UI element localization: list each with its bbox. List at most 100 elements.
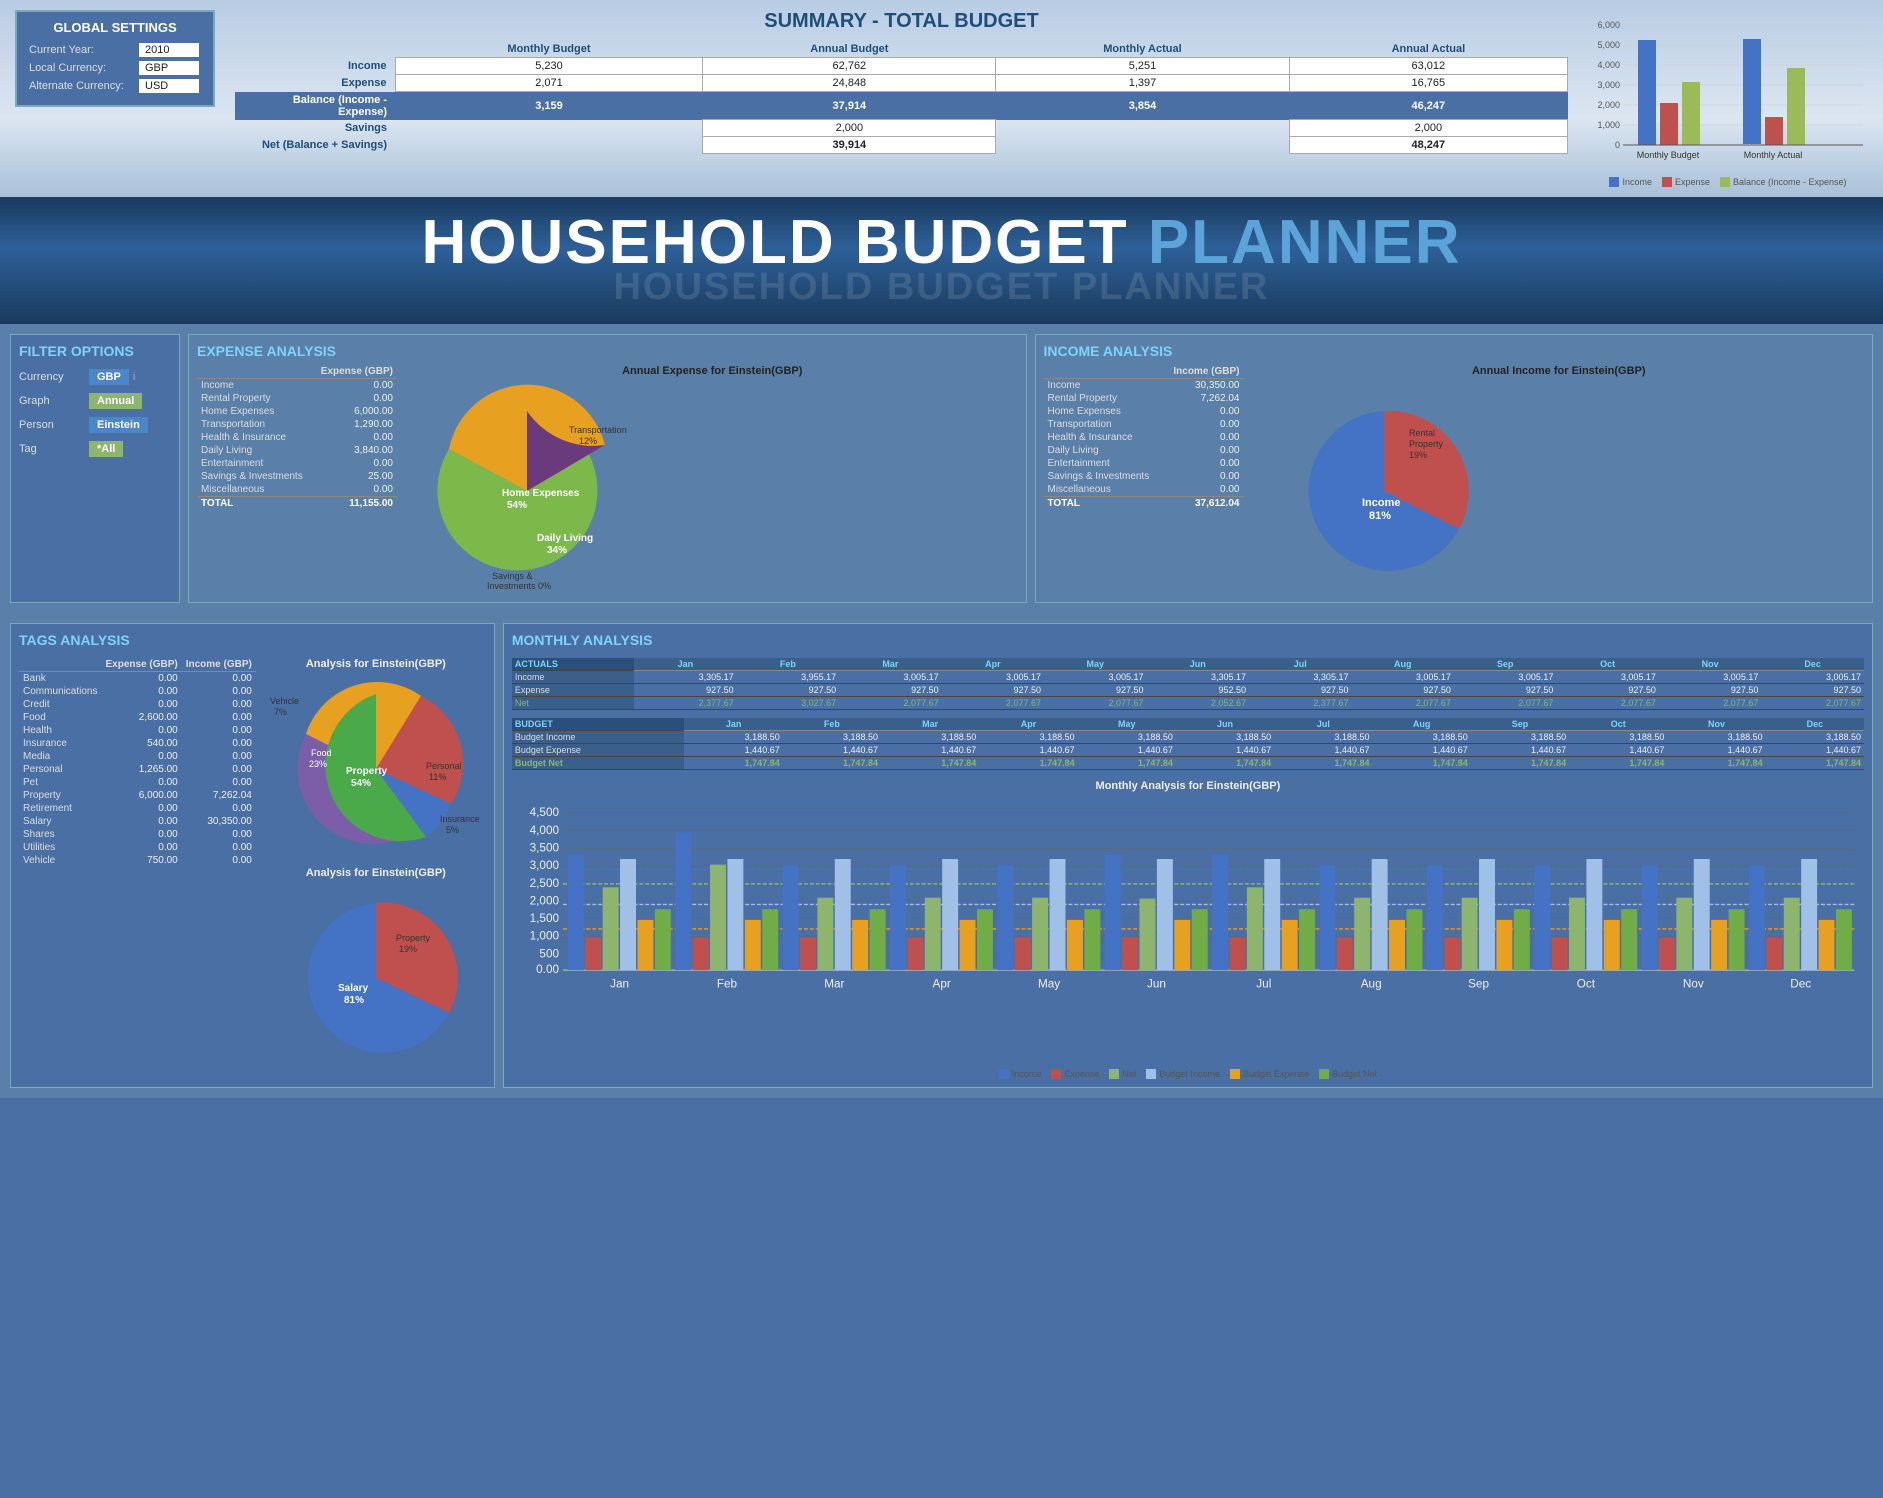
- legend-m-budget-net: Budget Net: [1319, 1069, 1377, 1079]
- pie-label-savings: Savings &: [492, 571, 533, 581]
- tag-row-income: 30,350.00: [182, 815, 256, 828]
- monthly-bar: [1174, 920, 1190, 970]
- income-table-row: Entertainment 0.00: [1044, 457, 1244, 470]
- budget-cell: 1,440.67: [979, 744, 1077, 757]
- budget-cell: 1,747.84: [979, 757, 1077, 770]
- monthly-bar: [835, 859, 851, 970]
- monthly-bar: [1836, 909, 1852, 970]
- tag-row-income: 0.00: [182, 724, 256, 737]
- pie-label-insurance-pct: 5%: [446, 825, 459, 835]
- income-table-row: Income 30,350.00: [1044, 379, 1244, 393]
- person-filter-value[interactable]: Einstein: [89, 417, 148, 433]
- monthly-bar: [1389, 920, 1405, 970]
- tag-row-expense: 2,600.00: [101, 711, 181, 724]
- tags-pie-section: Analysis for Einstein(GBP) Property: [266, 658, 486, 1076]
- tags-analysis-title: TAGS ANALYSIS: [19, 632, 486, 648]
- pie-label-personal-pct: 11%: [429, 772, 446, 782]
- filter-options-title: FILTER OPTIONS: [19, 343, 171, 359]
- monthly-chart-x-label: Dec: [1790, 978, 1811, 991]
- tags-table-row: Retirement 0.00 0.00: [19, 802, 256, 815]
- budget-cell: 3,188.50: [1569, 731, 1667, 744]
- alt-currency-label: Alternate Currency:: [29, 80, 139, 92]
- budget-cell: 1,440.67: [684, 744, 782, 757]
- tags-table-row: Shares 0.00 0.00: [19, 828, 256, 841]
- tag-row-income: 0.00: [182, 776, 256, 789]
- monthly-bar: [1299, 909, 1315, 970]
- alt-currency-value[interactable]: USD: [139, 79, 199, 93]
- monthly-bar: [1157, 859, 1173, 970]
- monthly-bar: [869, 909, 885, 970]
- local-currency-value[interactable]: GBP: [139, 61, 199, 75]
- tags-table-row: Media 0.00 0.00: [19, 750, 256, 763]
- monthly-bar: [745, 920, 761, 970]
- monthly-bar: [1766, 938, 1782, 970]
- col-annual-actual: Annual Actual: [1289, 41, 1567, 58]
- pie-label-home-pct: 54%: [507, 500, 527, 511]
- income-table-row: Transportation 0.00: [1044, 418, 1244, 431]
- monthly-chart-x-label: Jun: [1147, 978, 1166, 991]
- actuals-cell: 3,005.17: [1556, 671, 1658, 684]
- col-jul-b: Jul: [1274, 718, 1372, 731]
- monthly-bar: [1659, 938, 1675, 970]
- monthly-bar: [1711, 920, 1727, 970]
- expense-table-row: Entertainment 0.00: [197, 457, 397, 470]
- actuals-cell: 927.50: [1351, 684, 1453, 697]
- budget-cell: 3,188.50: [684, 731, 782, 744]
- income-table: ​Income (GBP) Income 30,350.00Rental Pro…: [1044, 365, 1244, 510]
- currency-filter-label: Currency: [19, 371, 89, 383]
- income-row-label: Daily Living: [1044, 444, 1163, 457]
- actuals-row-label: Income: [512, 671, 634, 684]
- bar-actual-expense: [1765, 117, 1783, 145]
- legend-m-budget-net-label: Budget Net: [1332, 1069, 1377, 1079]
- monthly-chart-x-label: Jul: [1256, 978, 1271, 991]
- pie-label-personal-tag: Personal: [426, 761, 462, 771]
- currency-filter-value[interactable]: GBP: [89, 369, 129, 385]
- tag-row-expense: 0.00: [101, 802, 181, 815]
- monthly-bar: [1229, 938, 1245, 970]
- tag-row-expense: 0.00: [101, 724, 181, 737]
- top-section: GLOBAL SETTINGS Current Year: 2010 Local…: [0, 0, 1883, 197]
- income-analysis-title: INCOME ANALYSIS: [1044, 343, 1865, 359]
- summary-bar-chart-area: 6,000 5,000 4,000 3,000 2,000 1,000 0: [1588, 10, 1868, 187]
- income-row-value: 0.00: [1163, 470, 1244, 483]
- global-settings-title: GLOBAL SETTINGS: [29, 20, 201, 35]
- tag-row-label: Personal: [19, 763, 101, 776]
- tag-filter-value[interactable]: *All: [89, 441, 123, 457]
- legend-m-expense: Expense: [1051, 1069, 1099, 1079]
- current-year-value[interactable]: 2010: [139, 43, 199, 57]
- svg-text:2,000: 2,000: [529, 894, 559, 907]
- x-label-monthly-actual: Monthly Actual: [1744, 150, 1803, 160]
- tags-table-row: Communications 0.00 0.00: [19, 685, 256, 698]
- local-currency-label: Local Currency:: [29, 62, 139, 74]
- balance-monthly-actual: 3,854: [996, 92, 1289, 120]
- pie-label-salary-tag: Salary: [338, 983, 368, 994]
- tag-row-label: Media: [19, 750, 101, 763]
- expense-monthly-actual: 1,397: [996, 75, 1289, 92]
- monthly-bar: [603, 887, 619, 970]
- svg-text:2,000: 2,000: [1597, 100, 1620, 110]
- col-mar-b: Mar: [881, 718, 979, 731]
- balance-annual-budget: 37,914: [703, 92, 996, 120]
- summary-table: Monthly Budget Annual Budget Monthly Act…: [235, 41, 1568, 154]
- actuals-cell: 952.50: [1147, 684, 1249, 697]
- expense-table-row: Savings & Investments 25.00: [197, 470, 397, 483]
- tag-row-label: Shares: [19, 828, 101, 841]
- expense-row-label: Entertainment: [197, 457, 313, 470]
- expense-row-label: Transportation: [197, 418, 313, 431]
- monthly-bar: [1212, 855, 1228, 970]
- income-row-value: 0.00: [1163, 405, 1244, 418]
- graph-filter-value[interactable]: Annual: [89, 393, 142, 409]
- monthly-bar: [1427, 865, 1443, 970]
- income-row-label: TOTAL: [1044, 497, 1163, 511]
- budget-cell: 3,188.50: [1667, 731, 1765, 744]
- monthly-bar: [1264, 859, 1280, 970]
- tags-content: Expense (GBP)Income (GBP) Bank 0.00 0.00…: [19, 658, 486, 1076]
- monthly-bar: [1534, 865, 1550, 970]
- tag-row-income: 0.00: [182, 750, 256, 763]
- actuals-table-row: Net2,377.673,027.672,077.672,077.672,077…: [512, 697, 1864, 710]
- col-nov-b: Nov: [1667, 718, 1765, 731]
- expense-row-value: 11,155.00: [313, 497, 398, 511]
- expense-table: ​Expense (GBP) Income 0.00Rental Propert…: [197, 365, 397, 510]
- tag-row-label: Vehicle: [19, 854, 101, 867]
- expense-table-row: Income 0.00: [197, 379, 397, 393]
